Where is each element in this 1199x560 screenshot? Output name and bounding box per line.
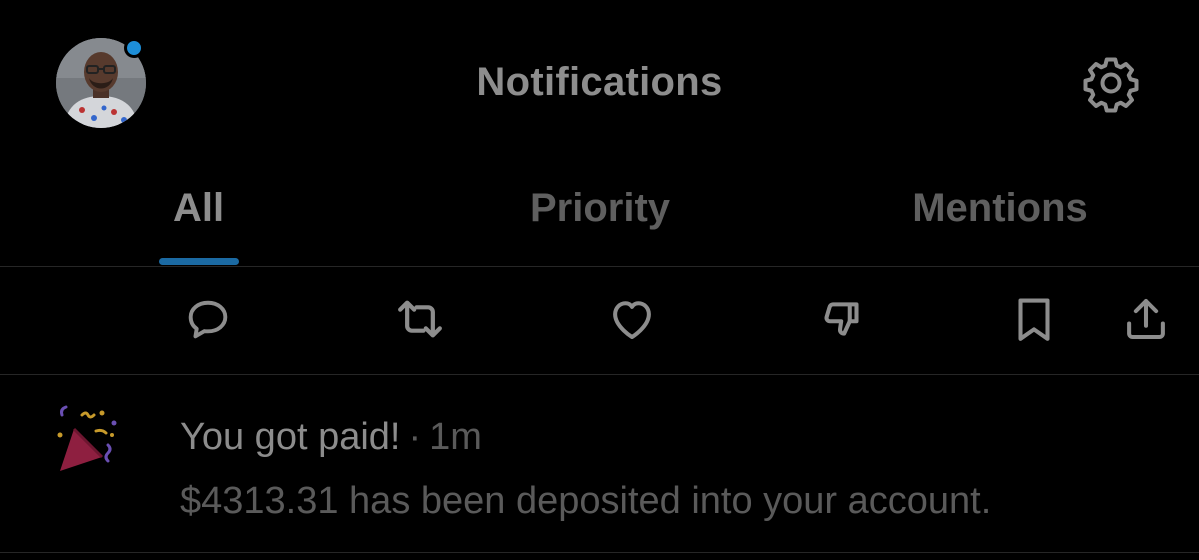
notification-title: You got paid! <box>180 416 401 458</box>
settings-button[interactable] <box>1078 50 1144 116</box>
notification-tabs: All Priority Mentions <box>0 160 1199 266</box>
share-button[interactable] <box>1116 289 1176 349</box>
page-title: Notifications <box>476 60 723 104</box>
like-icon <box>613 301 651 340</box>
tab-all[interactable]: All <box>120 180 277 266</box>
action-bar <box>0 267 1199 374</box>
dislike-button[interactable] <box>813 289 873 349</box>
notification-item[interactable]: You got paid! · 1m $4313.31 has been depos… <box>0 375 1199 552</box>
notification-timestamp: 1m <box>429 416 482 458</box>
notification-header: You got paid! · 1m <box>180 413 482 461</box>
party-popper-icon <box>52 401 128 477</box>
bookmark-icon <box>1018 298 1050 341</box>
notification-divider <box>0 552 1199 553</box>
unread-indicator <box>124 38 144 58</box>
active-tab-indicator <box>158 258 239 265</box>
dislike-icon <box>824 302 859 336</box>
reply-icon <box>188 300 228 339</box>
tab-priority[interactable]: Priority <box>470 180 730 266</box>
notification-body: $4313.31 has been deposited into your ac… <box>180 480 992 522</box>
retweet-button[interactable] <box>390 289 450 349</box>
tab-mentions-label: Mentions <box>912 186 1088 230</box>
retweet-icon <box>398 300 442 338</box>
bookmark-button[interactable] <box>1004 289 1064 349</box>
share-icon <box>1127 298 1165 340</box>
tab-mentions[interactable]: Mentions <box>860 180 1140 266</box>
gear-icon <box>1083 57 1139 113</box>
tab-priority-label: Priority <box>529 186 671 230</box>
reply-button[interactable] <box>178 289 238 349</box>
notification-separator: · <box>408 416 422 458</box>
tab-all-label: All <box>172 186 225 230</box>
like-button[interactable] <box>602 289 662 349</box>
top-bar: Notifications <box>0 0 1199 160</box>
